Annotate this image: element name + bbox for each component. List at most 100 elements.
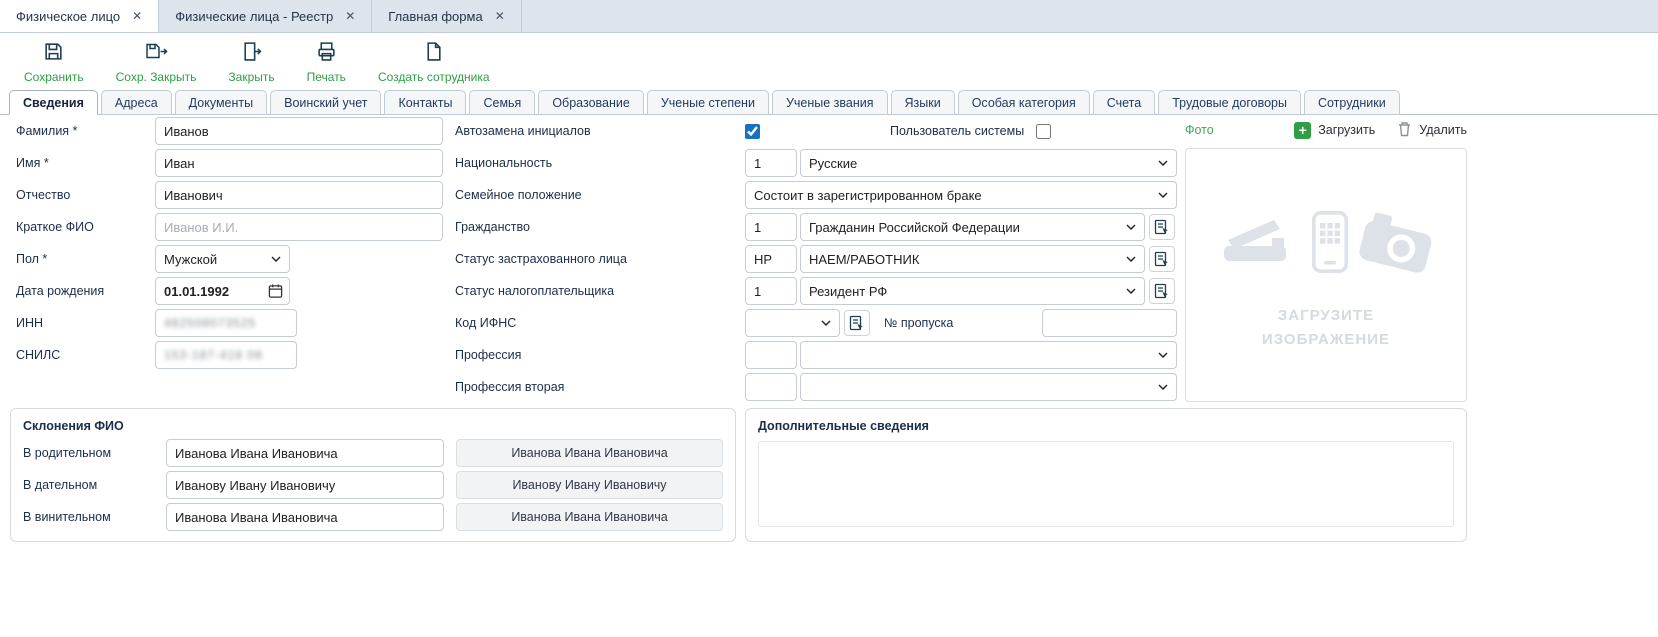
- photo-dropzone[interactable]: ЗАГРУЗИТЕ ИЗОБРАЖЕНИЕ: [1185, 148, 1467, 402]
- photo-placeholder-text: ЗАГРУЗИТЕ ИЗОБРАЖЕНИЕ: [1262, 304, 1390, 352]
- trash-icon: [1397, 121, 1412, 140]
- dative-input[interactable]: [166, 471, 444, 499]
- taxpayer-status-pick-button[interactable]: [1149, 278, 1175, 304]
- short-fio-label: Краткое ФИО: [16, 220, 155, 234]
- accusative-input[interactable]: [166, 503, 444, 531]
- system-user-checkbox[interactable]: [1036, 124, 1051, 139]
- marital-status-value: Состоит в зарегистрированном браке: [754, 188, 982, 203]
- window-tab-persons-registry[interactable]: Физические лица - Реестр ✕: [159, 0, 372, 32]
- photo-delete-button[interactable]: Удалить: [1397, 121, 1467, 140]
- citizenship-pick-button[interactable]: [1149, 214, 1175, 240]
- window-tab-main-form[interactable]: Главная форма ✕: [372, 0, 521, 32]
- tab-semya[interactable]: Семья: [469, 90, 535, 115]
- middle-name-input[interactable]: [155, 181, 443, 209]
- genitive-input[interactable]: [166, 439, 444, 467]
- tab-dokumenty[interactable]: Документы: [175, 90, 267, 115]
- auto-initials-checkbox[interactable]: [745, 124, 760, 139]
- tab-svedeniya[interactable]: Сведения: [9, 90, 98, 115]
- save-label: Сохранить: [24, 70, 84, 84]
- nationality-code-input[interactable]: [745, 149, 797, 177]
- tab-osobaya-kategoriya[interactable]: Особая категория: [958, 90, 1090, 115]
- save-close-button[interactable]: Сохр. Закрыть: [116, 41, 197, 84]
- create-employee-button[interactable]: Создать сотрудника: [378, 41, 490, 84]
- profession-select[interactable]: [800, 341, 1177, 369]
- insured-status-pick-button[interactable]: [1149, 246, 1175, 272]
- print-button[interactable]: Печать: [307, 41, 346, 84]
- tab-obrazovanie[interactable]: Образование: [538, 90, 643, 115]
- insured-status-label: Статус застрахованного лица: [455, 252, 745, 266]
- close-label: Закрыть: [228, 70, 274, 84]
- chevron-down-icon: [1158, 384, 1168, 390]
- window-tab-person[interactable]: Физическое лицо ✕: [0, 0, 159, 32]
- additional-info-panel: Дополнительные сведения: [745, 408, 1467, 542]
- chevron-down-icon: [1126, 288, 1136, 294]
- tab-trudovye-dogovory[interactable]: Трудовые договоры: [1158, 90, 1301, 115]
- camera-icon: [1354, 207, 1438, 282]
- tab-kontakty[interactable]: Контакты: [384, 90, 466, 115]
- citizenship-value: Гражданин Российской Федерации: [809, 220, 1020, 235]
- snils-input-masked[interactable]: 153-187-418 08: [155, 341, 297, 369]
- tab-sotrudniki[interactable]: Сотрудники: [1304, 90, 1400, 115]
- person-card-window: Физическое лицо ✕ Физические лица - Реес…: [0, 0, 1658, 637]
- ifns-code-label: Код ИФНС: [455, 316, 745, 330]
- nationality-value: Русские: [809, 156, 857, 171]
- photo-upload-button[interactable]: + Загрузить: [1294, 122, 1375, 139]
- create-employee-icon: [423, 41, 444, 67]
- chevron-down-icon: [271, 256, 281, 262]
- close-tab-icon[interactable]: ✕: [345, 9, 355, 23]
- first-name-input[interactable]: [155, 149, 443, 177]
- additional-info-textarea[interactable]: [758, 441, 1454, 527]
- ifns-pick-button[interactable]: [844, 310, 870, 336]
- close-tab-icon[interactable]: ✕: [495, 9, 505, 23]
- calendar-icon[interactable]: [268, 284, 283, 299]
- photo-label: Фото: [1185, 123, 1214, 137]
- taxpayer-status-select[interactable]: Резидент РФ: [800, 277, 1145, 305]
- pass-number-input[interactable]: [1042, 309, 1177, 337]
- save-icon: [43, 41, 64, 67]
- profession-code-input[interactable]: [745, 341, 797, 369]
- toolbar: Сохранить Сохр. Закрыть Закрыть Печать С…: [0, 33, 1658, 86]
- window-tab-bar: Физическое лицо ✕ Физические лица - Реес…: [0, 0, 1658, 33]
- pass-number-label: № пропуска: [884, 316, 953, 330]
- taxpayer-status-code-input[interactable]: [745, 277, 797, 305]
- smartphone-icon: [1312, 211, 1348, 278]
- genitive-suggestion-button[interactable]: Иванова Ивана Ивановича: [456, 439, 723, 467]
- status-data-column: Автозамена инициалов Пользователь систем…: [455, 115, 1177, 403]
- accusative-label: В винительном: [23, 510, 166, 524]
- ifns-code-select[interactable]: [745, 309, 840, 337]
- form-tab-bar: Сведения Адреса Документы Воинский учет …: [0, 90, 1658, 115]
- chevron-down-icon: [1158, 160, 1168, 166]
- short-fio-input[interactable]: [155, 213, 443, 241]
- photo-section: Фото + Загрузить Удалить: [1185, 117, 1467, 402]
- citizenship-code-input[interactable]: [745, 213, 797, 241]
- photo-placeholder-icons: [1220, 211, 1432, 278]
- inn-label: ИНН: [16, 316, 155, 330]
- tab-voinskiy-uchet[interactable]: Воинский учет: [270, 90, 381, 115]
- inn-input-masked[interactable]: 482508073525: [155, 309, 297, 337]
- dative-suggestion-button[interactable]: Иванову Ивану Ивановичу: [456, 471, 723, 499]
- birth-date-field: [155, 277, 290, 305]
- dative-label: В дательном: [23, 478, 166, 492]
- marital-status-select[interactable]: Состоит в зарегистрированном браке: [745, 181, 1177, 209]
- insured-status-select[interactable]: НАЕМ/РАБОТНИК: [800, 245, 1145, 273]
- close-tab-icon[interactable]: ✕: [132, 9, 142, 23]
- accusative-suggestion-button[interactable]: Иванова Ивана Ивановича: [456, 503, 723, 531]
- gender-select[interactable]: Мужской: [155, 245, 290, 273]
- photo-delete-label: Удалить: [1419, 123, 1467, 137]
- tab-uchenye-stepeni[interactable]: Ученые степени: [647, 90, 769, 115]
- nationality-select[interactable]: Русские: [800, 149, 1177, 177]
- save-button[interactable]: Сохранить: [24, 41, 84, 84]
- profession-second-select[interactable]: [800, 373, 1177, 401]
- marital-status-label: Семейное положение: [455, 188, 745, 202]
- profession-second-code-input[interactable]: [745, 373, 797, 401]
- last-name-input[interactable]: [155, 117, 443, 145]
- close-button[interactable]: Закрыть: [228, 41, 274, 84]
- tab-yazyki[interactable]: Языки: [891, 90, 955, 115]
- citizenship-select[interactable]: Гражданин Российской Федерации: [800, 213, 1145, 241]
- tab-scheta[interactable]: Счета: [1093, 90, 1155, 115]
- last-name-label: Фамилия *: [16, 124, 155, 138]
- insured-status-code-input[interactable]: [745, 245, 797, 273]
- tab-uchenye-zvaniya[interactable]: Ученые звания: [772, 90, 888, 115]
- profession-second-label: Профессия вторая: [455, 380, 745, 394]
- tab-adresa[interactable]: Адреса: [101, 90, 172, 115]
